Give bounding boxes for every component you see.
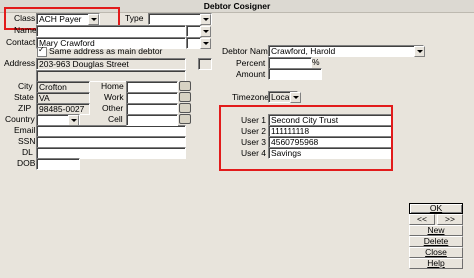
dob-field[interactable] xyxy=(36,158,80,170)
phone-icon[interactable] xyxy=(179,103,191,113)
chevron-down-icon[interactable] xyxy=(200,14,211,25)
phone-icon[interactable] xyxy=(179,92,191,102)
name-field[interactable] xyxy=(36,25,186,37)
address-label: Address xyxy=(4,58,36,68)
email-label: Email xyxy=(14,125,36,135)
help-button-label: Help xyxy=(427,258,445,268)
highlight-box-user-fields xyxy=(219,105,393,171)
city-label: City xyxy=(18,81,33,91)
ssn-label: SSN xyxy=(18,136,36,146)
chevron-down-icon[interactable] xyxy=(414,46,425,57)
debtor-name-label: Debtor Name xyxy=(222,46,273,56)
percent-sign: % xyxy=(312,57,320,67)
name-label: Name xyxy=(14,25,37,35)
same-address-checkbox[interactable] xyxy=(37,45,47,57)
cell-label: Cell xyxy=(108,114,123,124)
dob-label: DOB xyxy=(17,158,36,168)
delete-button-label: Delete xyxy=(423,236,449,246)
chevron-down-icon[interactable] xyxy=(200,26,211,37)
type-label: Type xyxy=(125,13,144,23)
cell-phone-field[interactable] xyxy=(126,114,178,126)
help-button[interactable]: Help xyxy=(409,258,463,269)
contact-label: Contact xyxy=(6,37,36,47)
amount-label: Amount xyxy=(236,69,266,79)
percent-label: Percent xyxy=(236,58,266,68)
other-label: Other xyxy=(102,103,124,113)
home-label: Home xyxy=(101,81,124,91)
state-label: State xyxy=(14,92,34,102)
new-button[interactable]: New xyxy=(409,225,463,236)
address-field[interactable]: 203-963 Douglas Street xyxy=(36,58,186,70)
dl-label: DL xyxy=(22,147,33,157)
next-button-label: >> xyxy=(445,214,455,224)
new-button-label: New xyxy=(427,225,445,235)
previous-button-label: << xyxy=(417,214,427,224)
same-address-label: Same address as main debtor xyxy=(49,46,163,56)
next-button[interactable]: >> xyxy=(437,214,463,225)
country-label: Country xyxy=(5,114,35,124)
zip-label: ZIP xyxy=(18,103,32,113)
previous-button[interactable]: << xyxy=(409,214,435,225)
chevron-down-icon[interactable] xyxy=(200,38,211,49)
address-extra-field[interactable] xyxy=(198,58,212,70)
delete-button[interactable]: Delete xyxy=(409,236,463,247)
close-button-label: Close xyxy=(425,247,447,257)
amount-field[interactable] xyxy=(268,68,322,80)
ok-button-label: OK xyxy=(429,203,443,213)
chevron-down-icon[interactable] xyxy=(290,92,301,103)
phone-icon[interactable] xyxy=(179,114,191,124)
work-label: Work xyxy=(104,92,124,102)
debtor-name-select[interactable]: Crawford, Harold xyxy=(268,45,424,57)
close-button[interactable]: Close xyxy=(409,247,463,258)
timezone-label: Timezone xyxy=(232,92,270,102)
ok-button[interactable]: OK xyxy=(409,203,463,214)
phone-icon[interactable] xyxy=(179,81,191,91)
